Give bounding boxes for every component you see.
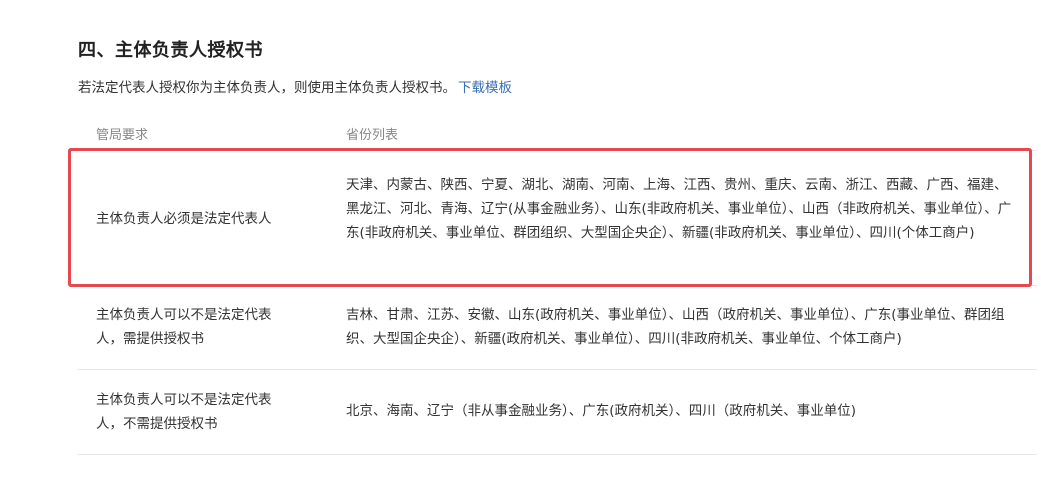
table-row: 主体负责人可以不是法定代表人，需提供授权书 吉林、甘肃、江苏、安徽、山东(政府机… <box>78 285 1037 370</box>
table-header: 管局要求 省份列表 <box>78 121 1037 147</box>
header-requirement: 管局要求 <box>96 128 149 143</box>
section-description: 若法定代表人授权你为主体负责人，则使用主体负责人授权书。 下载模板 <box>78 76 512 96</box>
description-text: 若法定代表人授权你为主体负责人，则使用主体负责人授权书。 <box>78 80 456 96</box>
requirement-cell: 主体负责人可以不是法定代表人，需提供授权书 <box>96 307 272 347</box>
download-template-link[interactable]: 下载模板 <box>458 80 512 96</box>
table-row: 主体负责人必须是法定代表人 天津、内蒙古、陕西、宁夏、湖北、湖南、河南、上海、江… <box>78 150 1037 286</box>
requirement-cell: 主体负责人可以不是法定代表人，不需提供授权书 <box>96 392 272 432</box>
header-provinces: 省份列表 <box>346 128 399 143</box>
provinces-cell: 天津、内蒙古、陕西、宁夏、湖北、湖南、河南、上海、江西、贵州、重庆、云南、浙江、… <box>346 177 1012 241</box>
provinces-cell: 北京、海南、辽宁（非从事金融业务）、广东(政府机关）、四川（政府机关、事业单位) <box>346 403 857 419</box>
table-row: 主体负责人可以不是法定代表人，不需提供授权书 北京、海南、辽宁（非从事金融业务）… <box>78 370 1037 455</box>
page: 四、主体负责人授权书 若法定代表人授权你为主体负责人，则使用主体负责人授权书。下… <box>0 0 1041 503</box>
provinces-cell: 吉林、甘肃、江苏、安徽、山东(政府机关、事业单位）、山西（政府机关、事业单位）、… <box>346 307 1005 347</box>
requirement-cell: 主体负责人必须是法定代表人 <box>96 211 272 227</box>
section-title: 四、主体负责人授权书 <box>78 40 263 61</box>
